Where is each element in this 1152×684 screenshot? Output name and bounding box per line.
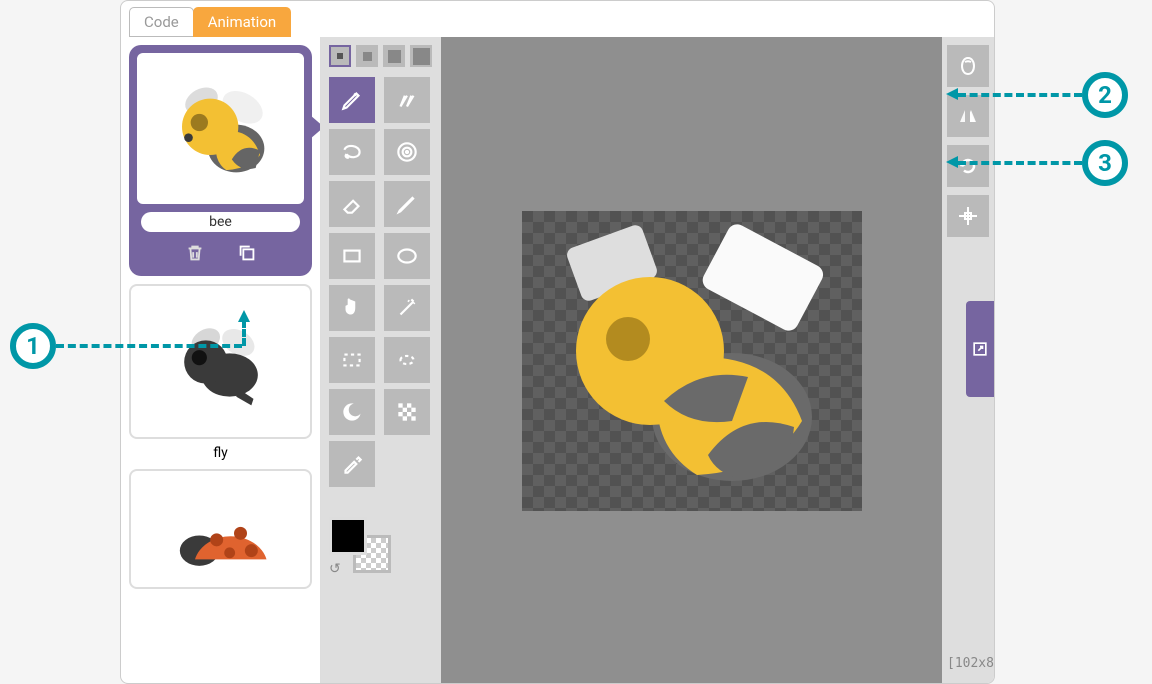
duplicate-sprite-button[interactable] <box>234 240 260 266</box>
delete-sprite-button[interactable] <box>182 240 208 266</box>
brush-size-md[interactable] <box>356 45 378 67</box>
swap-colors-icon[interactable]: ↺ <box>329 561 341 577</box>
foreground-color-swatch[interactable] <box>329 517 367 555</box>
sprite-card-fly[interactable]: fly <box>129 284 312 461</box>
tool-lasso[interactable] <box>329 129 375 175</box>
canvas-dimensions-label: [102x86] <box>947 650 989 677</box>
onion-skin-button[interactable] <box>947 45 989 87</box>
tool-lighten[interactable] <box>329 389 375 435</box>
tool-lines[interactable] <box>384 77 430 123</box>
callout-3-arrowhead <box>946 154 960 170</box>
pixel-canvas[interactable] <box>522 211 862 511</box>
sprite-card-bee[interactable]: bee <box>129 45 312 276</box>
canvas-area <box>441 37 942 684</box>
callout-3-line <box>958 161 1082 165</box>
sprite-thumb-ladybug <box>129 469 312 589</box>
content-area: bee <box>121 37 994 684</box>
tool-freeselect[interactable] <box>384 337 430 383</box>
brush-size-xl[interactable] <box>410 45 432 67</box>
sprite-name-bee: bee <box>141 212 300 232</box>
tool-rectangle[interactable] <box>329 233 375 279</box>
callout-2-line <box>958 93 1082 97</box>
sprite-name-fly: fly <box>129 445 312 461</box>
sprite-thumb-bee <box>135 51 306 206</box>
callout-2-arrowhead <box>946 86 960 102</box>
tool-eraser[interactable] <box>329 181 375 227</box>
tool-pen[interactable] <box>384 181 430 227</box>
tool-dither[interactable] <box>384 389 430 435</box>
tool-marquee[interactable] <box>329 337 375 383</box>
callout-3: 3 <box>1082 140 1128 186</box>
brush-size-lg[interactable] <box>383 45 405 67</box>
tab-code[interactable]: Code <box>129 7 194 37</box>
tab-animation[interactable]: Animation <box>193 7 291 37</box>
sprite-actions-bee <box>135 232 306 270</box>
sprite-list: bee <box>121 37 321 684</box>
brush-size-row <box>329 45 433 67</box>
animation-editor-window: Code Animation <box>120 0 995 684</box>
tool-eyedropper[interactable] <box>329 441 375 487</box>
callout-1: 1 <box>10 323 56 369</box>
expand-side-panel-button[interactable] <box>966 301 994 397</box>
tool-wand[interactable] <box>384 285 430 331</box>
tab-bar: Code Animation <box>121 1 994 37</box>
callout-1-line <box>56 344 242 348</box>
tool-hand[interactable] <box>329 285 375 331</box>
sprite-thumb-fly <box>129 284 312 439</box>
callout-1-arrowhead <box>236 310 252 324</box>
tool-ellipse[interactable] <box>384 233 430 279</box>
tool-grid <box>329 77 433 487</box>
tool-target[interactable] <box>384 129 430 175</box>
brush-size-sm[interactable] <box>329 45 351 67</box>
tool-panel: ↺ <box>321 37 441 684</box>
tool-pencil[interactable] <box>329 77 375 123</box>
center-crosshair-button[interactable] <box>947 195 989 237</box>
sprite-card-ladybug[interactable] <box>129 469 312 589</box>
callout-2: 2 <box>1082 72 1128 118</box>
color-swatches[interactable]: ↺ <box>329 517 401 577</box>
